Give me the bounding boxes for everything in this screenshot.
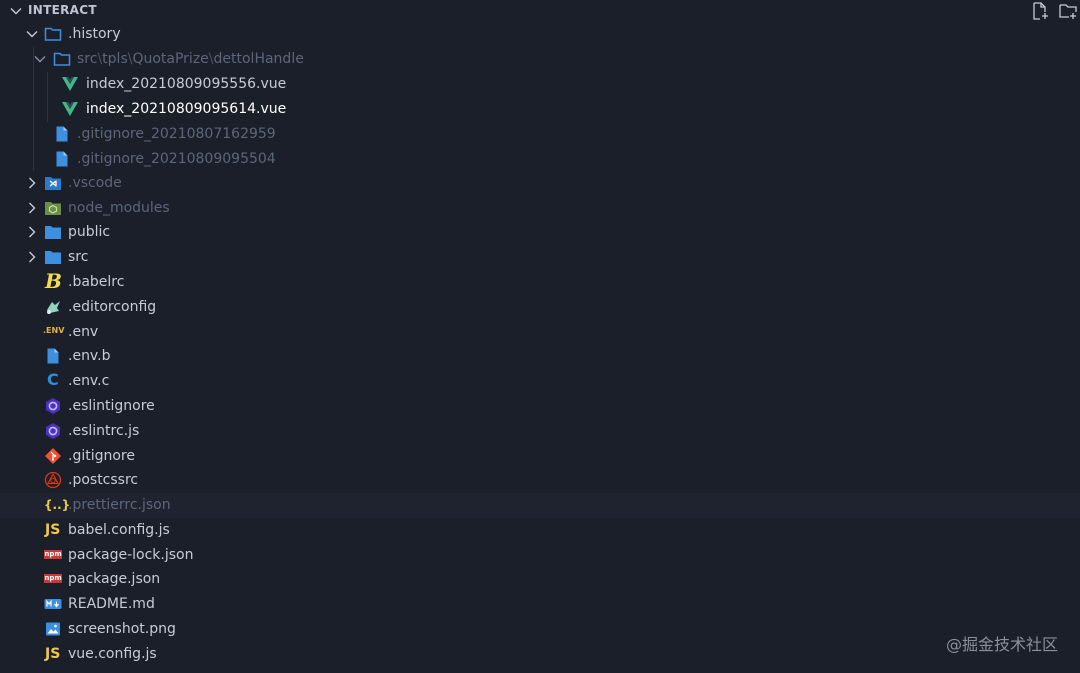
- tree-item-label: .vscode: [68, 175, 122, 191]
- javascript-icon: JS: [45, 646, 61, 662]
- file-explorer: INTERACT .history src\tpls\QuotaPrize\de…: [0, 0, 1080, 673]
- tree-item-label: README.md: [68, 596, 155, 612]
- tree-item-file[interactable]: {..} .prettierrc.json: [0, 493, 1080, 518]
- c-language-icon: C: [47, 370, 59, 389]
- tree-item-label: .env.c: [68, 373, 110, 389]
- tree-item-file[interactable]: README.md: [0, 592, 1080, 617]
- tree-item-label: .babelrc: [68, 274, 125, 290]
- postcss-icon: [44, 471, 62, 489]
- tree-item-label: index_20210809095614.vue: [86, 101, 287, 117]
- chevron-down-icon[interactable]: [33, 52, 47, 66]
- folder-icon: [45, 226, 61, 239]
- tree-item-label: .env: [68, 324, 99, 340]
- json-icon: {..}: [44, 498, 71, 512]
- path-segment[interactable]: tpls: [102, 51, 128, 67]
- chevron-down-icon[interactable]: [25, 27, 39, 41]
- vue-icon: [62, 102, 78, 116]
- tree-item-label: package.json: [68, 571, 161, 587]
- tree-item-file[interactable]: JS vue.config.js: [0, 642, 1080, 667]
- tree-item-file[interactable]: npm package-lock.json: [0, 543, 1080, 568]
- tree-item-label: index_20210809095556.vue: [86, 76, 287, 92]
- tree-item-file[interactable]: .eslintrc.js: [0, 419, 1080, 444]
- folder-open-icon: [44, 27, 62, 41]
- tree-item-file[interactable]: .eslintignore: [0, 394, 1080, 419]
- tree-item-label: public: [68, 224, 111, 240]
- tree-item-src-folder[interactable]: src: [0, 245, 1080, 270]
- tree-item-label: .env.b: [68, 348, 111, 364]
- tree-item-label: babel.config.js: [68, 522, 170, 538]
- tree-item-file[interactable]: .editorconfig: [0, 295, 1080, 320]
- new-folder-icon[interactable]: [1058, 1, 1078, 21]
- tree-item-label: .editorconfig: [68, 299, 157, 315]
- tree-item-label: .gitignore_20210809095504: [77, 151, 276, 167]
- tree-item-label: node_modules: [68, 200, 170, 216]
- eslint-icon: [46, 423, 60, 439]
- file-icon: [56, 126, 68, 142]
- file-icon: [56, 151, 68, 167]
- tree-item-file[interactable]: .env.b: [0, 344, 1080, 369]
- chevron-right-icon[interactable]: [25, 225, 39, 239]
- tree-item-public-folder[interactable]: public: [0, 220, 1080, 245]
- tree-item-label: .eslintignore: [68, 398, 155, 414]
- vue-icon: [62, 77, 78, 91]
- tree-item-label: package-lock.json: [68, 547, 194, 563]
- tree-item-label: .gitignore: [68, 448, 135, 464]
- vscode-folder-icon: [45, 177, 61, 190]
- tree-item-file[interactable]: C .env.c: [0, 369, 1080, 394]
- tree-item-label: screenshot.png: [68, 621, 176, 637]
- path-segment[interactable]: dettolHandle: [214, 51, 304, 67]
- npm-icon: npm: [44, 574, 62, 583]
- tree-item-label: vue.config.js: [68, 646, 157, 662]
- babel-icon: B: [45, 269, 62, 293]
- tree-item-vue-file[interactable]: index_20210809095556.vue: [0, 72, 1080, 97]
- image-icon: [46, 622, 60, 636]
- path-segment[interactable]: src: [77, 51, 97, 67]
- tree-item-file[interactable]: .postcssrc: [0, 468, 1080, 493]
- tree-item-label: src: [68, 249, 89, 265]
- tree-item-file[interactable]: npm package.json: [0, 567, 1080, 592]
- new-file-icon[interactable]: [1030, 1, 1050, 21]
- javascript-icon: JS: [45, 522, 61, 538]
- tree-item-label: .eslintrc.js: [68, 423, 140, 439]
- folder-icon: [45, 251, 61, 264]
- tree-item-label: .gitignore_20210807162959: [77, 126, 276, 142]
- git-icon: [45, 448, 61, 464]
- chevron-right-icon[interactable]: [25, 201, 39, 215]
- chevron-right-icon[interactable]: [25, 176, 39, 190]
- explorer-section-title: INTERACT: [28, 3, 97, 17]
- tree-item-vue-file[interactable]: index_20210809095614.vue: [0, 97, 1080, 122]
- watermark: @掘金技术社区: [945, 635, 1058, 654]
- tree-item-file[interactable]: .gitignore_20210809095504: [0, 147, 1080, 172]
- env-icon: .ENV: [43, 326, 65, 335]
- path-segment[interactable]: QuotaPrize: [132, 51, 208, 67]
- tree-item-vscode-folder[interactable]: .vscode: [0, 171, 1080, 196]
- tree-item-file[interactable]: B .babelrc: [0, 270, 1080, 295]
- tree-item-compact-path-folder[interactable]: src\tpls\QuotaPrize\dettolHandle: [0, 47, 1080, 72]
- file-icon: [47, 348, 59, 364]
- tree-item-file[interactable]: .ENV .env: [0, 320, 1080, 345]
- eslint-icon: [46, 398, 60, 414]
- folder-open-icon: [53, 52, 71, 66]
- tree-item-file[interactable]: JS babel.config.js: [0, 518, 1080, 543]
- chevron-right-icon[interactable]: [25, 250, 39, 264]
- editorconfig-icon: [47, 301, 60, 314]
- tree-item-label: .prettierrc.json: [68, 497, 171, 513]
- node-folder-icon: [45, 202, 61, 215]
- tree-item-label: .history: [68, 26, 121, 42]
- compact-path-label: src\tpls\QuotaPrize\dettolHandle: [77, 50, 304, 68]
- explorer-section-header[interactable]: INTERACT: [0, 0, 1080, 22]
- tree-item-file[interactable]: .gitignore: [0, 444, 1080, 469]
- chevron-down-icon[interactable]: [9, 4, 23, 18]
- tree-item-history-folder[interactable]: .history: [0, 22, 1080, 47]
- tree-item-file[interactable]: .gitignore_20210807162959: [0, 122, 1080, 147]
- tree-item-node-modules-folder[interactable]: node_modules: [0, 196, 1080, 221]
- markdown-icon: [44, 599, 62, 609]
- npm-icon: npm: [44, 550, 62, 559]
- tree-item-label: .postcssrc: [68, 472, 139, 488]
- tree-item-file[interactable]: screenshot.png: [0, 617, 1080, 642]
